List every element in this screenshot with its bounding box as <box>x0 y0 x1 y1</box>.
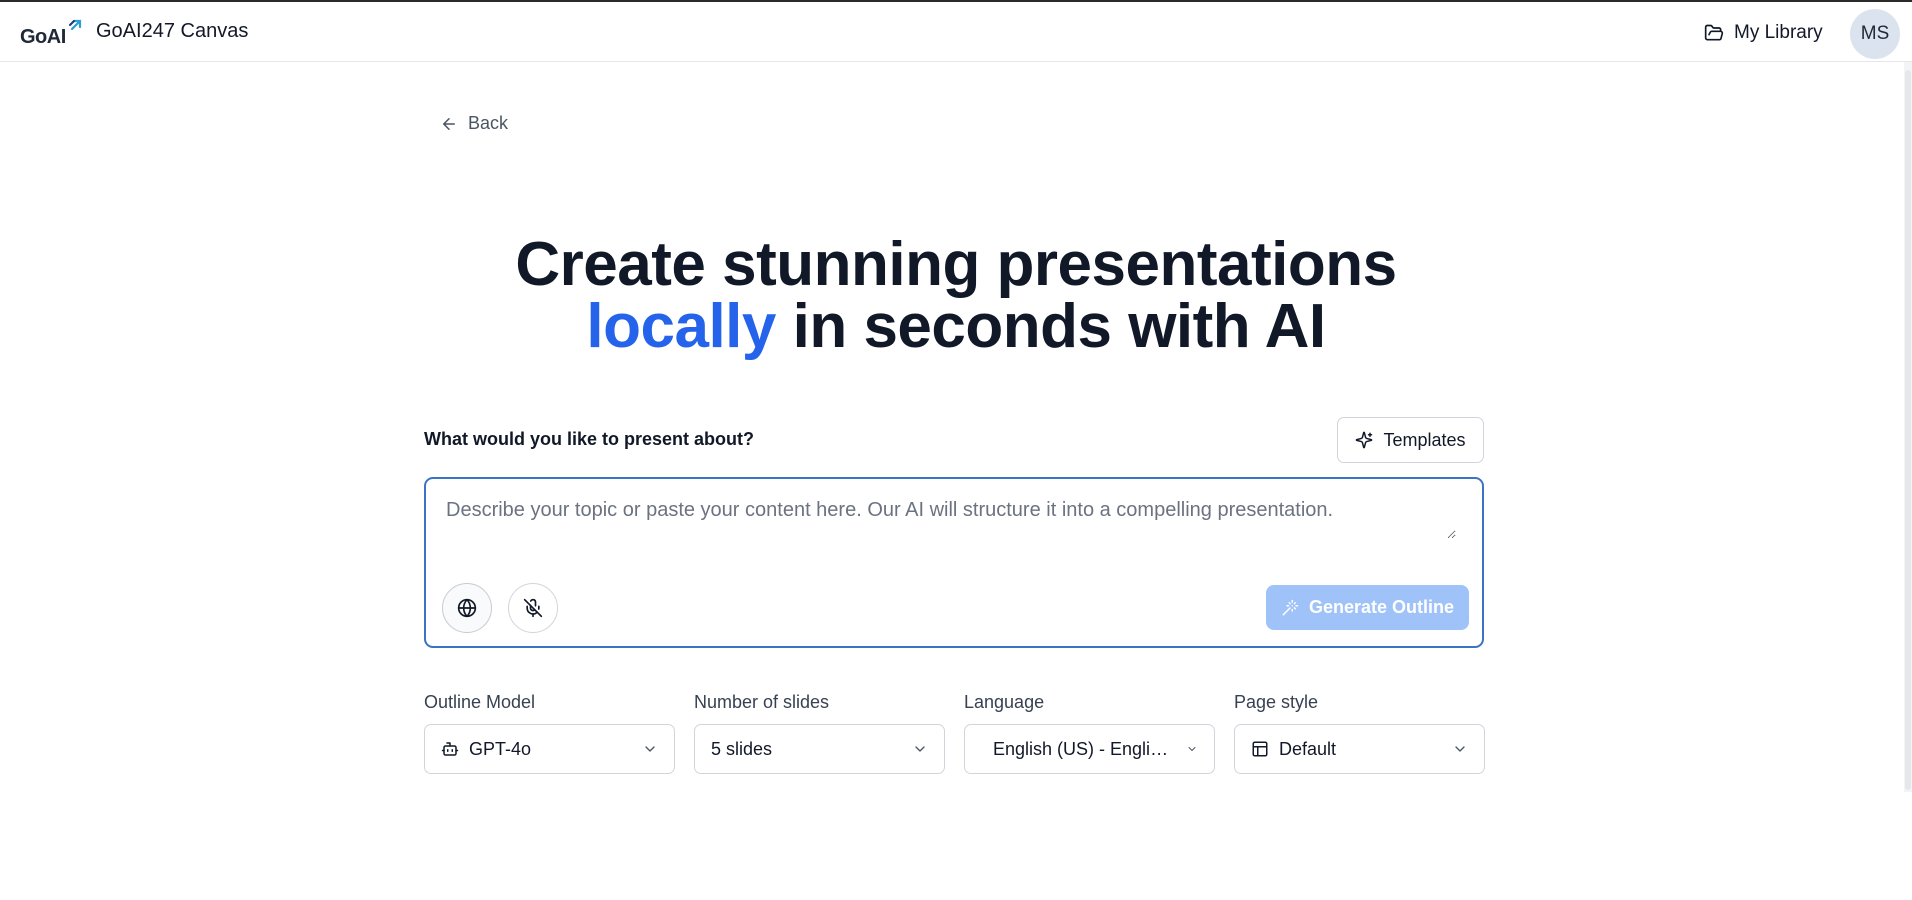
slides-count-select[interactable]: 5 slides <box>694 724 945 774</box>
logo-text: GoAI <box>20 26 66 48</box>
prompt-box: Generate Outline <box>424 477 1484 648</box>
arrow-left-icon <box>443 117 455 130</box>
hero-line-1: Create stunning presentations <box>515 230 1397 299</box>
page-style-label: Page style <box>1234 692 1319 712</box>
back-button[interactable]: Back <box>440 113 508 134</box>
chevron-down-icon <box>1455 746 1465 752</box>
hero-accent-word: locally <box>586 292 776 361</box>
voice-input-button[interactable] <box>508 583 558 633</box>
web-search-toggle[interactable] <box>442 583 492 633</box>
generate-outline-button[interactable]: Generate Outline <box>1266 585 1469 630</box>
back-label: Back <box>468 113 509 133</box>
app-title: GoAI247 Canvas <box>96 20 249 42</box>
slides-count-value: 5 slides <box>711 738 773 759</box>
chevron-down-icon <box>1188 747 1196 751</box>
language-value: English (US) - English... <box>993 738 1176 759</box>
sparkles-icon <box>1356 431 1373 449</box>
my-library-label: My Library <box>1734 22 1823 43</box>
prompt-label: What would you like to present about? <box>424 429 755 449</box>
logo-arrow-icon <box>69 19 82 31</box>
hero-heading: Create stunning presentations locally in… <box>340 234 1572 358</box>
app-header: GoAI GoAI247 Canvas My Library MS <box>0 2 1912 62</box>
templates-button[interactable]: Templates <box>1337 417 1484 463</box>
globe-icon <box>457 598 477 618</box>
my-library-button[interactable]: My Library <box>1704 20 1823 46</box>
language-label: Language <box>964 692 1045 712</box>
generate-outline-label: Generate Outline <box>1308 597 1455 617</box>
chevron-down-icon <box>915 746 925 752</box>
slides-count-label: Number of slides <box>694 692 830 712</box>
topic-textarea[interactable] <box>446 499 1456 539</box>
bot-icon <box>441 742 459 756</box>
language-select[interactable]: English (US) - English... <box>964 724 1215 774</box>
outline-model-select[interactable]: GPT-4o <box>424 724 675 774</box>
page-scrollbar[interactable] <box>1904 62 1912 792</box>
scrollbar-thumb[interactable] <box>1905 70 1911 790</box>
app-logo[interactable]: GoAI <box>20 18 84 48</box>
templates-label: Templates <box>1383 429 1466 450</box>
mic-off-icon <box>523 598 543 618</box>
outline-model-label: Outline Model <box>424 692 536 712</box>
folder-open-icon <box>1704 24 1724 41</box>
outline-model-value: GPT-4o <box>469 738 532 759</box>
hero-line-2: in seconds with AI <box>775 292 1326 361</box>
chevron-down-icon <box>645 746 655 752</box>
page-style-value: Default <box>1279 738 1337 759</box>
avatar-initials: MS <box>1860 23 1890 44</box>
layout-icon <box>1252 741 1268 757</box>
user-avatar[interactable]: MS <box>1850 9 1900 59</box>
magic-wand-icon <box>1282 599 1299 615</box>
page-style-select[interactable]: Default <box>1234 724 1485 774</box>
